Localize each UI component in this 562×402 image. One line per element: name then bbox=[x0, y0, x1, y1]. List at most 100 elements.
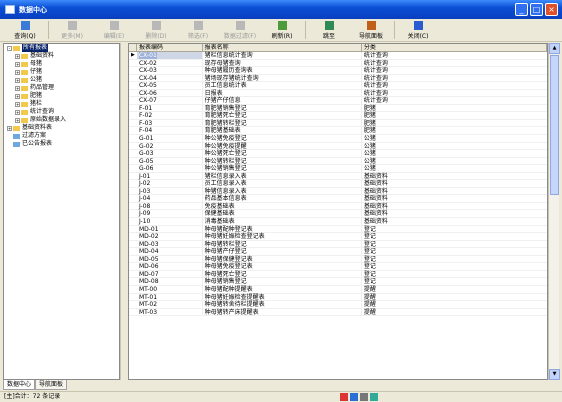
table-row[interactable]: MD-02 种母猪妊娠检查登记表 登记 bbox=[129, 233, 547, 241]
table-row[interactable]: J-01 猪栏信息录入表 基础资料 bbox=[129, 172, 547, 181]
cell-text: 统计查询 bbox=[363, 74, 388, 82]
expand-icon[interactable]: + bbox=[15, 117, 20, 123]
cell-text: F-01 bbox=[138, 104, 153, 112]
expand-icon[interactable]: + bbox=[15, 77, 20, 83]
table-row[interactable]: CX-05 员工信息统计表 统计查询 bbox=[129, 82, 547, 90]
table-row[interactable]: CX-07 仔猪产仔信息 统计查询 bbox=[129, 97, 547, 105]
table-row[interactable]: MD-04 种母猪产仔登记 登记 bbox=[129, 248, 547, 256]
cell-text: 登记 bbox=[363, 270, 376, 278]
table-row[interactable]: CX-04 猪场现存猪统计查询 统计查询 bbox=[129, 74, 547, 83]
toolbar-refresh-button[interactable]: 刷新(R) bbox=[261, 19, 303, 41]
cell-text: G-06 bbox=[138, 165, 154, 173]
row-indicator-icon bbox=[129, 263, 137, 270]
toolbar-close-button[interactable]: 关闭(C) bbox=[397, 19, 439, 41]
table-row[interactable]: MT-00 种母猪配种提醒表 提醒 bbox=[129, 285, 547, 294]
toolbar-search-button[interactable]: 查询(Q) bbox=[4, 19, 46, 41]
table-row[interactable]: F-02 育肥猪死亡登记 肥猪 bbox=[129, 112, 547, 120]
scroll-up-icon[interactable]: ▲ bbox=[549, 43, 560, 54]
table-row[interactable]: CX-02 现存母猪查询 统计查询 bbox=[129, 59, 547, 68]
tree-node[interactable]: + 母猪 bbox=[4, 60, 119, 68]
table-row[interactable]: G-03 种公猪死亡登记 公猪 bbox=[129, 150, 547, 158]
table-row[interactable]: MT-01 种母猪妊娠检查提醒表 提醒 bbox=[129, 293, 547, 302]
tree-node[interactable]: + 仔猪 bbox=[4, 68, 119, 76]
table-row[interactable]: J-09 保健基础表 基础资料 bbox=[129, 210, 547, 219]
table-row[interactable]: CX-03 种母猪履历查询表 统计查询 bbox=[129, 67, 547, 75]
tree-node[interactable]: + 基础资料表 bbox=[4, 124, 119, 132]
table-row[interactable]: G-05 种公猪转栏登记 公猪 bbox=[129, 157, 547, 166]
table-row[interactable]: MD-08 种母猪销售登记 登记 bbox=[129, 278, 547, 286]
expand-icon[interactable]: + bbox=[7, 125, 12, 131]
table-row[interactable]: G-06 种公猪销售登记 公猪 bbox=[129, 165, 547, 173]
tree-node[interactable]: + 猪栏 bbox=[4, 100, 119, 108]
expand-icon[interactable]: + bbox=[15, 69, 20, 75]
expand-icon[interactable]: + bbox=[15, 93, 20, 99]
collapse-icon[interactable]: - bbox=[7, 45, 12, 51]
vertical-scrollbar[interactable]: ▲ ▼ bbox=[548, 43, 560, 380]
cell-name: 药品基本信息表 bbox=[203, 195, 362, 202]
cell-category: 基础资料 bbox=[362, 180, 547, 187]
close-window-button[interactable]: × bbox=[545, 3, 558, 16]
expand-icon[interactable]: + bbox=[15, 109, 20, 115]
table-row[interactable]: F-01 育肥猪销售登记 肥猪 bbox=[129, 104, 547, 113]
title-bar: 数据中心 _ □ × bbox=[0, 0, 562, 19]
tree-node[interactable]: 过滤方案 bbox=[4, 132, 119, 140]
col-header-category[interactable]: 分类 bbox=[362, 44, 547, 51]
maximize-button[interactable]: □ bbox=[530, 3, 543, 16]
tree-node-label: 母猪 bbox=[30, 60, 43, 67]
panel-splitter[interactable] bbox=[120, 43, 128, 380]
expand-icon[interactable]: + bbox=[15, 101, 20, 107]
toolbar-goto-button[interactable]: 跳至 bbox=[308, 19, 350, 41]
tree-node[interactable]: - 所有报表 bbox=[4, 44, 119, 52]
table-row[interactable]: MD-06 种母猪免疫登记表 登记 bbox=[129, 263, 547, 271]
scroll-down-icon[interactable]: ▼ bbox=[549, 369, 560, 380]
cell-text: 免疫基础表 bbox=[204, 202, 235, 210]
scroll-thumb[interactable] bbox=[550, 55, 559, 195]
table-row[interactable]: J-10 消毒基础表 基础资料 bbox=[129, 218, 547, 226]
col-header-code[interactable]: 报表编码 bbox=[137, 44, 203, 51]
table-row[interactable]: F-04 育肥猪基础表 肥猪 bbox=[129, 127, 547, 136]
col-header-name[interactable]: 报表名称 bbox=[203, 44, 362, 51]
table-row[interactable]: G-01 种公猪免疫登记 公猪 bbox=[129, 135, 547, 143]
toolbar-nav-panel-button[interactable]: 导航面板 bbox=[350, 19, 392, 41]
cell-category: 统计查询 bbox=[362, 52, 547, 59]
expand-icon[interactable]: + bbox=[15, 53, 20, 59]
row-indicator-icon bbox=[129, 188, 137, 195]
table-row[interactable]: CX-06 日报表 统计查询 bbox=[129, 89, 547, 98]
close-icon bbox=[413, 21, 423, 30]
table-row[interactable]: G-02 种公猪免疫提醒 公猪 bbox=[129, 142, 547, 151]
cell-code: J-03 bbox=[137, 187, 203, 195]
folder-icon bbox=[21, 109, 28, 115]
tree-node[interactable]: + 药品管理 bbox=[4, 84, 119, 92]
expand-icon[interactable]: + bbox=[15, 85, 20, 91]
table-row[interactable]: MT-02 种母猪转舍待栏提醒表 提醒 bbox=[129, 301, 547, 309]
table-row[interactable]: J-03 种猪信息录入表 基础资料 bbox=[129, 187, 547, 196]
cell-text: G-02 bbox=[138, 142, 154, 150]
table-row[interactable]: MT-03 种母猪转产床提醒表 提醒 bbox=[129, 308, 547, 317]
table-row[interactable]: J-08 免疫基础表 基础资料 bbox=[129, 202, 547, 211]
tab-nav-panel[interactable]: 导航面板 bbox=[35, 380, 68, 390]
tab-data-center[interactable]: 数据中心 bbox=[3, 380, 36, 390]
table-row[interactable]: MD-03 种母猪转栏登记 登记 bbox=[129, 240, 547, 249]
cell-code: G-05 bbox=[137, 157, 203, 165]
expand-icon[interactable]: + bbox=[15, 61, 20, 67]
table-row[interactable]: J-04 药品基本信息表 基础资料 bbox=[129, 195, 547, 203]
row-indicator-icon bbox=[129, 286, 137, 293]
ime-keyboard-icon[interactable] bbox=[370, 392, 378, 401]
table-row[interactable]: MD-05 种母猪保健登记表 登记 bbox=[129, 255, 547, 264]
tree-node[interactable]: + 原始数据录入 bbox=[4, 116, 119, 124]
ime-lang-icon[interactable] bbox=[350, 392, 358, 401]
table-row[interactable]: MD-07 种母猪死亡登记 登记 bbox=[129, 270, 547, 279]
ime-logo-icon[interactable] bbox=[340, 392, 348, 401]
tree-node[interactable]: + 基础资料 bbox=[4, 52, 119, 60]
minimize-button[interactable]: _ bbox=[515, 3, 528, 16]
tree-node[interactable]: + 公猪 bbox=[4, 76, 119, 84]
table-row[interactable]: J-02 员工信息录入表 基础资料 bbox=[129, 180, 547, 188]
table-row[interactable]: F-03 育肥猪转栏登记 肥猪 bbox=[129, 119, 547, 128]
table-row[interactable]: MD-01 种母猪配种登记表 登记 bbox=[129, 225, 547, 234]
tree-node[interactable]: 已公告报表 bbox=[4, 140, 119, 148]
table-row[interactable]: ▶ CX-01 猪栏信息统计查询 统计查询 bbox=[129, 52, 547, 60]
tree-node[interactable]: + 肥猪 bbox=[4, 92, 119, 100]
tree-node[interactable]: + 统计查询 bbox=[4, 108, 119, 116]
edit-icon bbox=[109, 21, 119, 30]
ime-punct-icon[interactable] bbox=[360, 392, 368, 401]
